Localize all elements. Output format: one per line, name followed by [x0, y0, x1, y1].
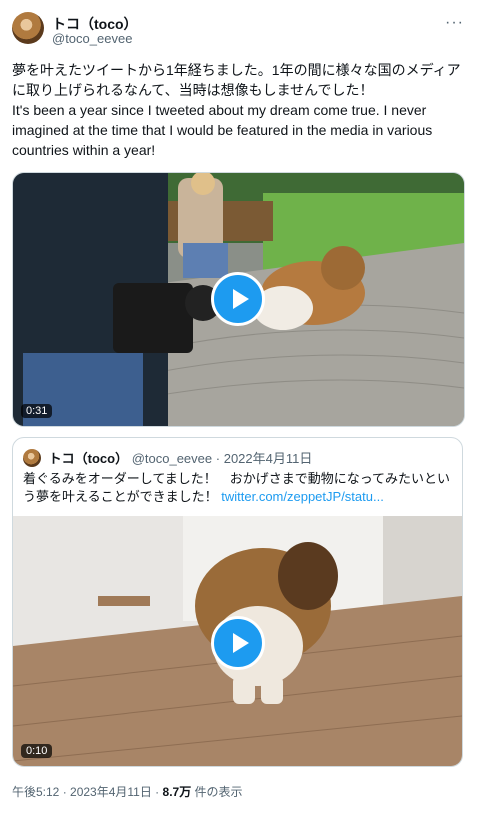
tweet-meta: 午後5:12 · 2023年4月11日 · 8.7万 件の表示: [12, 783, 243, 800]
quoted-tweet-header: トコ（toco） @toco_eevee · 2022年4月11日: [23, 448, 312, 467]
quoted-separator: ·: [215, 451, 221, 466]
tweet-text-en: It's been a year since I tweeted about m…: [12, 102, 433, 158]
tweet-header: トコ（toco） @toco_eevee ···: [12, 12, 466, 48]
video-player-1[interactable]: 0:31: [12, 172, 465, 427]
play-icon[interactable]: [211, 616, 265, 670]
quoted-link[interactable]: twitter.com/zeppetJP/statu...: [221, 489, 384, 504]
tweet-text: 夢を叶えたツイートから1年経ちました。1年の間に様々な国のメディアに取り上げられ…: [12, 60, 467, 160]
quoted-text: 着ぐるみをオーダーしてました！ おかげさまで動物になってみたいという夢を叶えるこ…: [23, 470, 455, 506]
tweet-timestamp[interactable]: 午後5:12 · 2023年4月11日 ·: [12, 785, 163, 799]
quoted-author-handle: @toco_eevee: [131, 451, 213, 466]
quoted-tweet[interactable]: トコ（toco） @toco_eevee · 2022年4月11日 着ぐるみをオ…: [12, 437, 463, 767]
avatar[interactable]: [12, 12, 44, 44]
view-count-label: 件の表示: [191, 785, 243, 799]
author-handle[interactable]: @toco_eevee: [52, 31, 132, 46]
tweet-text-ja: 夢を叶えたツイートから1年経ちました。1年の間に様々な国のメディアに取り上げられ…: [12, 62, 461, 98]
more-icon[interactable]: ···: [445, 14, 464, 32]
view-count: 8.7万: [162, 785, 192, 799]
quoted-author-name: トコ（toco）: [48, 451, 129, 466]
tweet-card: トコ（toco） @toco_eevee ··· 夢を叶えたツイートから1年経ち…: [0, 0, 478, 814]
quoted-date: 2022年4月11日: [223, 451, 313, 466]
quoted-avatar: [23, 449, 41, 467]
video-player-2[interactable]: 0:10: [13, 516, 462, 766]
play-icon[interactable]: [211, 272, 265, 326]
video-duration-2: 0:10: [21, 744, 53, 758]
video-duration-1: 0:31: [21, 404, 53, 418]
